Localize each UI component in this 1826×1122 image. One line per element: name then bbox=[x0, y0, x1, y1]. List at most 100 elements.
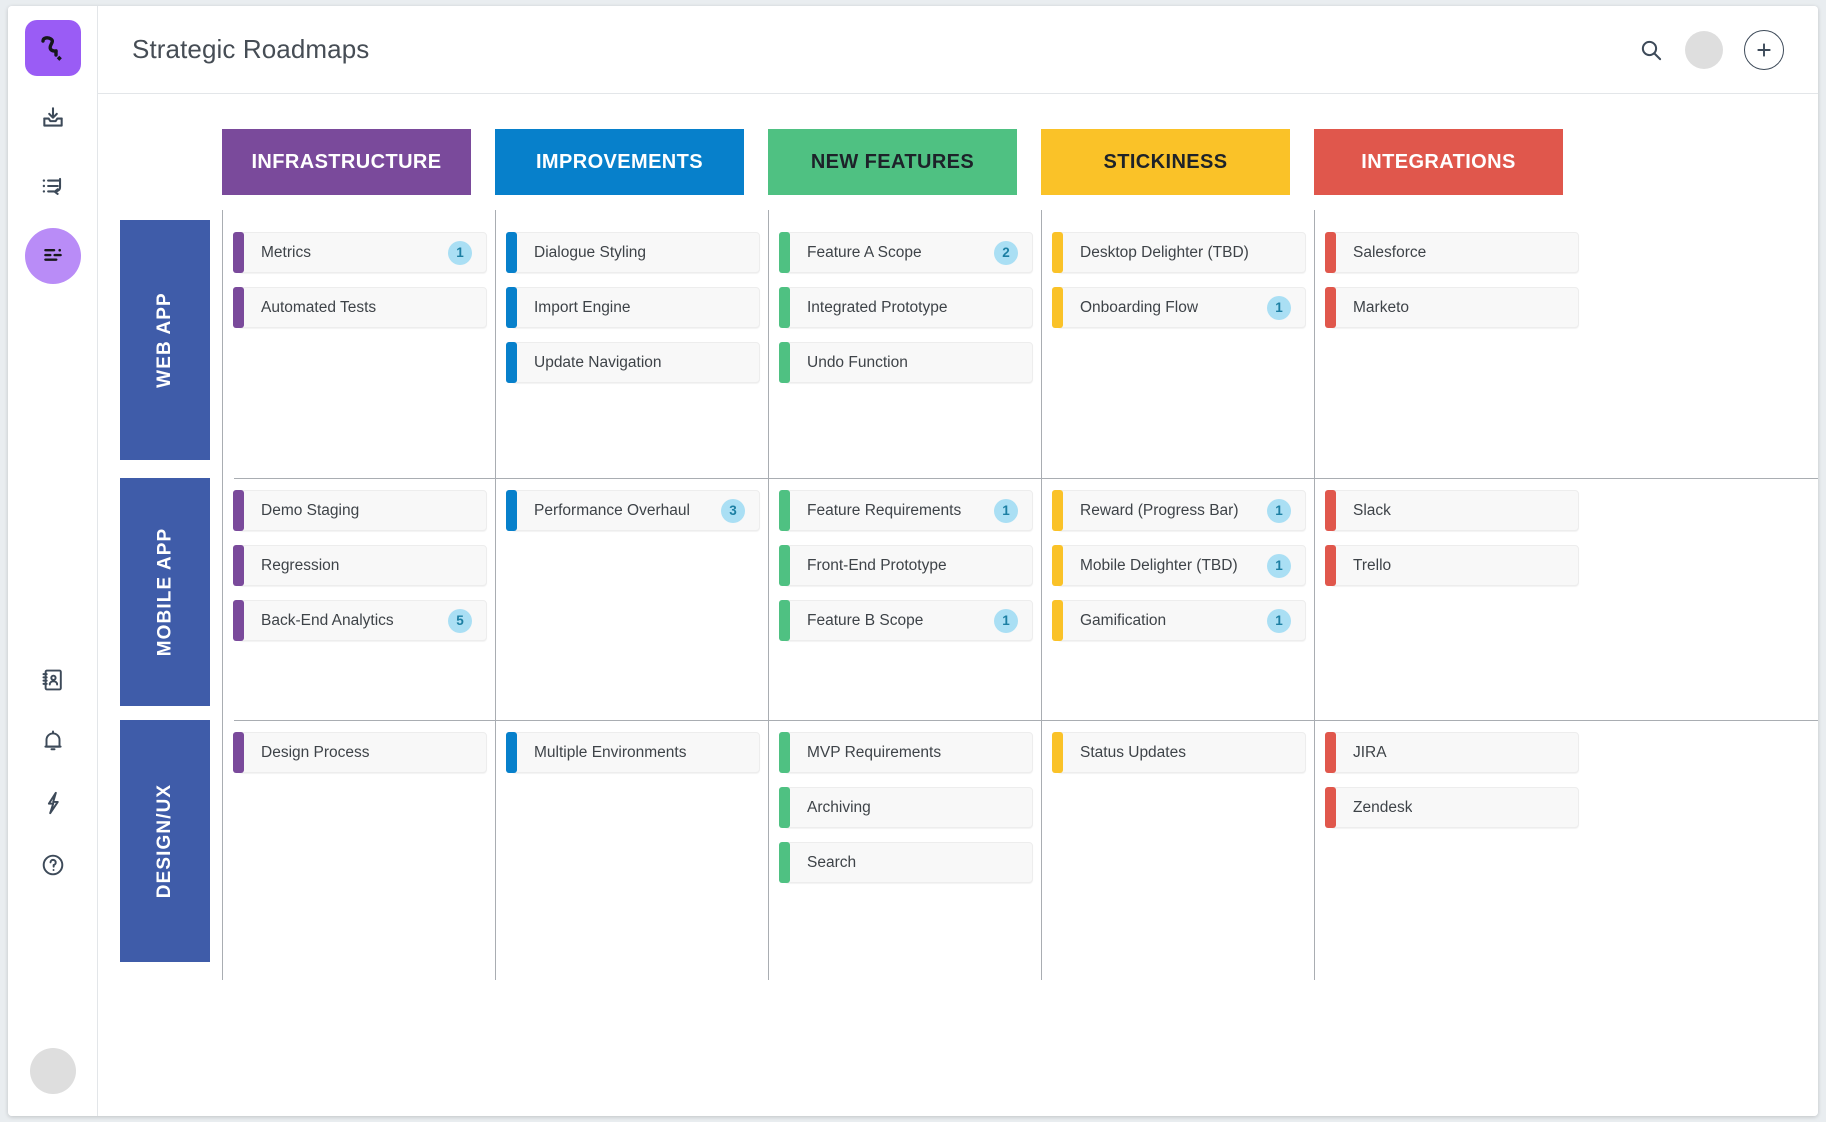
roadmap-card[interactable]: Marketo bbox=[1325, 287, 1579, 328]
card-color-bar bbox=[506, 732, 517, 773]
rail-user-avatar[interactable] bbox=[30, 1048, 76, 1094]
card-label: Metrics bbox=[261, 243, 311, 261]
roadmap-card[interactable]: Feature Requirements 1 bbox=[779, 490, 1033, 531]
row-label-text: MOBILE APP bbox=[154, 527, 175, 657]
column-headers: INFRASTRUCTURE IMPROVEMENTS NEW FEATURES ST… bbox=[98, 129, 1818, 199]
roadmap-card[interactable]: Desktop Delighter (TBD) bbox=[1052, 232, 1306, 273]
sidebar-item-contacts[interactable] bbox=[25, 654, 81, 710]
roadmap-card[interactable]: Front-End Prototype bbox=[779, 545, 1033, 586]
column-header-improvements[interactable]: IMPROVEMENTS bbox=[495, 129, 744, 195]
roadmap-card[interactable]: Multiple Environments bbox=[506, 732, 760, 773]
card-color-bar bbox=[779, 342, 790, 383]
roadmap-card[interactable]: Salesforce bbox=[1325, 232, 1579, 273]
left-nav-rail bbox=[8, 6, 98, 1116]
card-color-bar bbox=[779, 232, 790, 273]
roadmap-cell: Feature Requirements 1 Front-End Prototype… bbox=[768, 477, 1041, 720]
roadmap-card[interactable]: Trello bbox=[1325, 545, 1579, 586]
inbox-download-icon bbox=[40, 105, 66, 136]
roadmap-card[interactable]: Performance Overhaul 3 bbox=[506, 490, 760, 531]
column-header-infrastructure[interactable]: INFRASTRUCTURE bbox=[222, 129, 471, 195]
roadmap-card[interactable]: Status Updates bbox=[1052, 732, 1306, 773]
card-count-badge: 3 bbox=[721, 498, 745, 523]
roadmap-card[interactable]: Zendesk bbox=[1325, 787, 1579, 828]
avatar[interactable] bbox=[1685, 30, 1723, 69]
column-header-cell: NEW FEATURES bbox=[768, 129, 1041, 199]
roadmap-card[interactable]: MVP Requirements bbox=[779, 732, 1033, 773]
roadmap-card[interactable]: Gamification 1 bbox=[1052, 600, 1306, 641]
column-header-integrations[interactable]: INTEGRATIONS bbox=[1314, 129, 1563, 195]
card-color-bar bbox=[233, 732, 244, 773]
roadmap-card[interactable]: Mobile Delighter (TBD) 1 bbox=[1052, 545, 1306, 586]
card-count-badge: 1 bbox=[448, 240, 472, 265]
row-label-mobile-app[interactable]: MOBILE APP bbox=[120, 478, 210, 706]
card-color-bar bbox=[1325, 732, 1336, 773]
roadmap-cell: JIRA Zendesk bbox=[1314, 719, 1587, 980]
roadmap-card[interactable]: Archiving bbox=[779, 787, 1033, 828]
roadmap-row: DESIGN/UX Design Process Multiple Environm… bbox=[98, 719, 1818, 980]
app-logo[interactable] bbox=[25, 20, 81, 76]
roadmap-card[interactable]: Demo Staging bbox=[233, 490, 487, 531]
card-count-badge: 1 bbox=[994, 498, 1018, 523]
sidebar-item-integrations[interactable] bbox=[25, 777, 81, 833]
roadmap-card[interactable]: Design Process bbox=[233, 732, 487, 773]
sidebar-item-features[interactable] bbox=[25, 160, 81, 216]
roadmap-cell: Slack Trello bbox=[1314, 477, 1587, 720]
column-header-new-features[interactable]: NEW FEATURES bbox=[768, 129, 1017, 195]
card-count-badge: 5 bbox=[448, 608, 472, 633]
page-title: Strategic Roadmaps bbox=[132, 34, 370, 64]
card-color-bar bbox=[1325, 287, 1336, 328]
card-label: Undo Function bbox=[807, 353, 908, 371]
roadmap-card[interactable]: Slack bbox=[1325, 490, 1579, 531]
roadmap-cell: Dialogue Styling Import Engine Update Navi… bbox=[495, 210, 768, 478]
card-label: Demo Staging bbox=[261, 501, 360, 519]
roadmap-card[interactable]: JIRA bbox=[1325, 732, 1579, 773]
card-color-bar bbox=[1325, 490, 1336, 531]
sidebar-item-inbox[interactable] bbox=[25, 92, 81, 148]
row-label-cell: MOBILE APP bbox=[98, 478, 222, 720]
row-label-web-app[interactable]: WEB APP bbox=[120, 220, 210, 460]
add-button[interactable] bbox=[1744, 29, 1784, 70]
roadmap-card[interactable]: Feature A Scope 2 bbox=[779, 232, 1033, 273]
roadmap-cell: Design Process bbox=[222, 719, 495, 980]
roadmap-card[interactable]: Integrated Prototype bbox=[779, 287, 1033, 328]
column-header-stickiness[interactable]: STICKINESS bbox=[1041, 129, 1290, 195]
card-label: Salesforce bbox=[1353, 243, 1427, 261]
card-color-bar bbox=[1325, 545, 1336, 586]
roadmap-card[interactable]: Automated Tests bbox=[233, 287, 487, 328]
card-count-badge: 1 bbox=[1267, 553, 1291, 578]
card-label: Feature B Scope bbox=[807, 611, 924, 629]
card-color-bar bbox=[506, 342, 517, 383]
sidebar-item-notifications[interactable] bbox=[25, 715, 81, 771]
roadmap-cell: Status Updates bbox=[1041, 719, 1314, 980]
search-icon[interactable] bbox=[1638, 37, 1664, 63]
roadmap-card[interactable]: Import Engine bbox=[506, 287, 760, 328]
bell-icon bbox=[40, 728, 66, 759]
roadmap-card[interactable]: Metrics 1 bbox=[233, 232, 487, 273]
roadmap-card[interactable]: Onboarding Flow 1 bbox=[1052, 287, 1306, 328]
roadmap-cell: Multiple Environments bbox=[495, 719, 768, 980]
sidebar-item-help[interactable] bbox=[25, 839, 81, 895]
roadmap-card[interactable]: Feature B Scope 1 bbox=[779, 600, 1033, 641]
card-color-bar bbox=[233, 232, 244, 273]
contact-book-icon bbox=[40, 667, 66, 698]
roadmap-card[interactable]: Search bbox=[779, 842, 1033, 883]
roadmap-card[interactable]: Regression bbox=[233, 545, 487, 586]
roadmap-card[interactable]: Update Navigation bbox=[506, 342, 760, 383]
sidebar-item-roadmaps[interactable] bbox=[25, 228, 81, 284]
card-color-bar bbox=[233, 287, 244, 328]
roadmap-card[interactable]: Undo Function bbox=[779, 342, 1033, 383]
roadmap-cell: Reward (Progress Bar) 1 Mobile Delighter (… bbox=[1041, 477, 1314, 720]
card-color-bar bbox=[779, 287, 790, 328]
card-label: Gamification bbox=[1080, 611, 1167, 629]
card-color-bar bbox=[506, 490, 517, 531]
row-label-design-ux[interactable]: DESIGN/UX bbox=[120, 720, 210, 962]
roadmap-card[interactable]: Reward (Progress Bar) 1 bbox=[1052, 490, 1306, 531]
card-color-bar bbox=[506, 232, 517, 273]
card-label: Import Engine bbox=[534, 298, 631, 316]
card-color-bar bbox=[779, 842, 790, 883]
card-label: Front-End Prototype bbox=[807, 556, 947, 574]
roadmap-card[interactable]: Dialogue Styling bbox=[506, 232, 760, 273]
main-area: Strategic Roadmaps INFRASTRUCTURE IMPROV… bbox=[98, 6, 1818, 1116]
card-label: Integrated Prototype bbox=[807, 298, 948, 316]
roadmap-card[interactable]: Back-End Analytics 5 bbox=[233, 600, 487, 641]
